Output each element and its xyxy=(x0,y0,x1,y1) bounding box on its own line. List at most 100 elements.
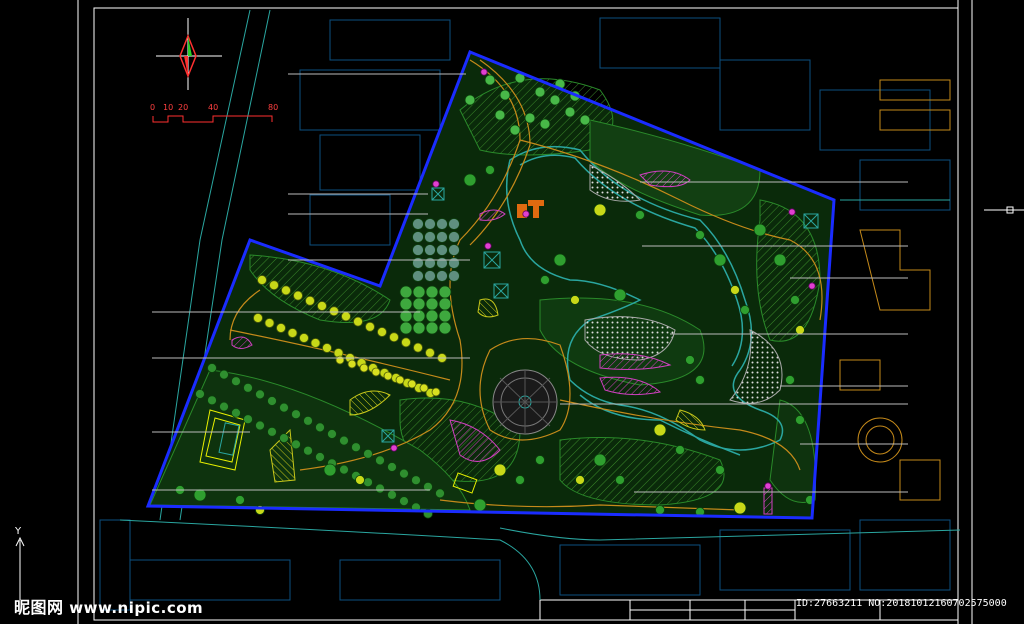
tree-symbol xyxy=(655,505,665,515)
tree-symbol xyxy=(351,442,361,453)
tree-symbol xyxy=(255,420,265,431)
tree-symbol xyxy=(219,369,229,380)
east-buildings xyxy=(839,79,951,501)
tree-symbol xyxy=(540,275,550,285)
tree-symbol xyxy=(463,173,477,187)
tree-symbol xyxy=(424,231,436,243)
tree-symbol xyxy=(193,488,207,502)
tree-symbol xyxy=(419,383,429,393)
tree-symbol xyxy=(347,359,357,369)
tree-symbol xyxy=(322,343,332,353)
scale-label-0: 0 xyxy=(150,103,155,112)
tree-symbol xyxy=(448,270,460,282)
tree-symbol xyxy=(335,355,345,365)
tree-symbol xyxy=(494,109,506,121)
tree-symbol xyxy=(480,68,488,76)
tree-symbol xyxy=(287,328,298,338)
tree-symbol xyxy=(685,355,695,365)
tree-symbol xyxy=(715,465,725,475)
tree-symbol xyxy=(795,325,805,335)
tree-symbol xyxy=(279,402,289,413)
tree-symbol xyxy=(524,112,536,124)
tree-symbol xyxy=(485,165,495,175)
tree-symbol xyxy=(276,323,286,333)
tree-symbol xyxy=(399,285,413,299)
tree-symbol xyxy=(371,367,381,377)
tree-symbol xyxy=(359,363,369,373)
tree-symbol xyxy=(279,433,289,444)
tree-symbol xyxy=(195,389,205,399)
tree-symbol xyxy=(432,180,440,188)
tree-symbol xyxy=(413,342,423,353)
tree-symbol xyxy=(522,210,530,218)
tree-symbol xyxy=(390,444,398,452)
scale-label-20: 20 xyxy=(178,103,188,112)
tree-symbol xyxy=(327,429,337,439)
tree-symbol xyxy=(317,301,327,311)
tree-symbol xyxy=(207,363,217,373)
tree-symbol xyxy=(291,409,301,420)
tree-symbol xyxy=(570,295,580,305)
tree-symbol xyxy=(412,244,424,256)
scale-label-10: 10 xyxy=(163,103,173,112)
north-arrow xyxy=(156,18,222,90)
tree-symbol xyxy=(615,475,625,485)
tree-symbol xyxy=(412,297,426,311)
tree-symbol xyxy=(464,94,476,106)
ucs-axis-icon: Y xyxy=(14,526,25,600)
scale-label-40: 40 xyxy=(208,103,218,112)
tree-symbol xyxy=(424,257,436,269)
tree-symbol xyxy=(411,475,421,486)
tree-symbol xyxy=(593,453,607,467)
tree-symbol xyxy=(785,375,795,385)
tree-symbol xyxy=(243,414,253,425)
axis-y-label: Y xyxy=(14,526,22,537)
tree-symbol xyxy=(355,475,365,485)
tree-symbol xyxy=(389,332,399,343)
tree-symbol xyxy=(387,462,397,472)
tree-symbol xyxy=(695,230,705,240)
tree-symbol xyxy=(808,282,816,290)
tree-symbol xyxy=(365,321,375,332)
tree-symbol xyxy=(593,203,607,217)
tree-symbol xyxy=(493,463,507,477)
tree-symbol xyxy=(412,270,424,282)
watermark: 昵图网 www.nipic.com xyxy=(14,594,203,618)
tree-symbol xyxy=(473,498,487,512)
tree-symbol xyxy=(253,313,263,323)
tree-symbol xyxy=(264,318,275,328)
tree-symbol xyxy=(795,415,805,425)
tree-symbol xyxy=(436,244,448,256)
tree-symbol xyxy=(438,285,452,299)
scale-bar: 0 10 20 40 80 xyxy=(150,103,278,123)
tree-symbol xyxy=(315,422,325,433)
image-id-label: ID:27663211 NO:20181012160702575000 xyxy=(796,598,1007,609)
tree-symbol xyxy=(635,210,645,220)
tree-symbol xyxy=(315,452,325,462)
tree-symbol xyxy=(399,297,413,311)
tree-symbol xyxy=(695,375,705,385)
tree-symbol xyxy=(303,445,313,456)
tree-symbol xyxy=(425,321,439,335)
tree-symbol xyxy=(448,218,460,230)
tree-symbol xyxy=(499,89,511,101)
tree-symbol xyxy=(424,244,436,256)
tree-symbol xyxy=(730,285,740,295)
tree-symbol xyxy=(375,483,385,494)
tree-symbol xyxy=(448,244,460,256)
tree-symbol xyxy=(535,455,545,465)
tree-symbol xyxy=(375,455,385,466)
tree-symbol xyxy=(764,482,772,490)
tree-symbol xyxy=(539,118,551,130)
tree-symbol xyxy=(305,295,315,306)
tree-symbol xyxy=(436,257,448,269)
tree-symbol xyxy=(377,327,387,337)
tree-symbol xyxy=(269,280,279,291)
tree-symbol xyxy=(740,305,750,315)
tree-symbol xyxy=(435,488,445,499)
tree-symbol xyxy=(231,407,241,418)
tree-symbol xyxy=(339,435,349,446)
tree-symbol xyxy=(412,257,424,269)
tree-symbol xyxy=(399,496,409,507)
tree-symbol xyxy=(438,309,452,323)
